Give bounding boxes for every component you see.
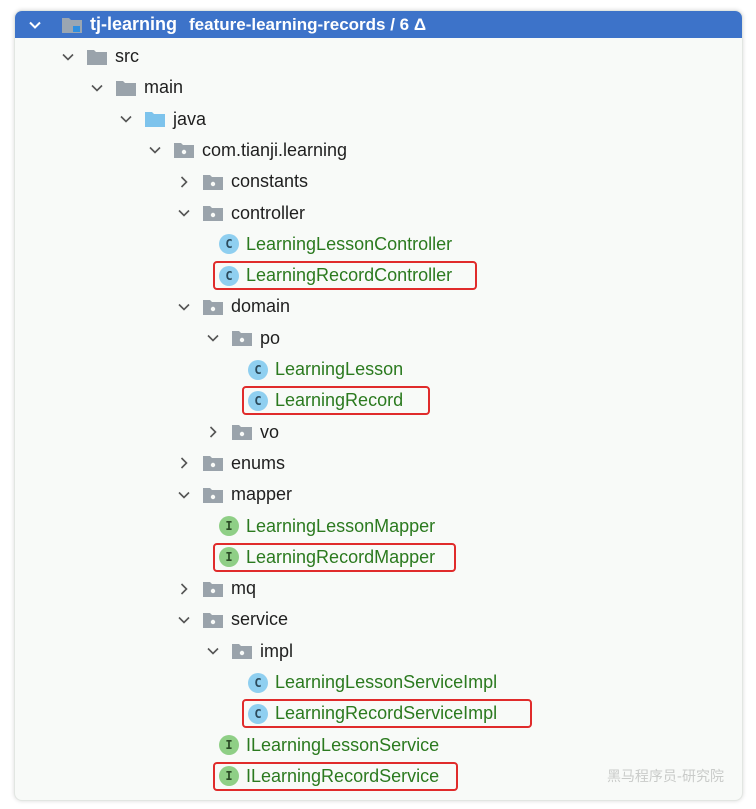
chevron-right-icon[interactable] <box>205 424 221 440</box>
node-label: LearningLesson <box>275 359 404 379</box>
interface-icon: I <box>219 516 239 536</box>
class-icon: C <box>219 234 239 255</box>
node-java[interactable]: java <box>15 104 742 135</box>
highlight-box <box>242 386 430 416</box>
node-label: main <box>144 77 184 98</box>
branch-name: feature-learning-records / 6 Δ <box>189 14 427 34</box>
package-folder-icon <box>202 204 224 222</box>
node-mq[interactable]: mq <box>15 573 742 604</box>
class-icon: C <box>248 672 268 693</box>
chevron-right-icon[interactable] <box>176 581 192 597</box>
node-src[interactable]: src <box>15 41 742 72</box>
package-folder-icon <box>202 173 224 191</box>
node-domain[interactable]: domain <box>15 291 742 322</box>
node-label: po <box>260 327 281 348</box>
project-header: tj-learning feature-learning-records / 6… <box>15 11 742 38</box>
node-label: domain <box>231 296 291 317</box>
package-folder-icon <box>202 298 224 316</box>
highlight-box <box>242 699 532 729</box>
chevron-down-icon[interactable] <box>176 487 192 503</box>
interface-icon: I <box>219 735 239 756</box>
chevron-down-icon[interactable] <box>176 299 192 315</box>
chevron-down-icon[interactable] <box>118 111 134 127</box>
node-learning-lesson-controller[interactable]: C LearningLessonController <box>15 229 742 260</box>
node-enums[interactable]: enums <box>15 448 742 479</box>
node-learning-lesson-service-impl[interactable]: C LearningLessonServiceImpl <box>15 667 742 698</box>
node-learning-lesson[interactable]: C LearningLesson <box>15 354 742 385</box>
project-tree-panel: tj-learning feature-learning-records / 6… <box>14 10 743 801</box>
node-label: enums <box>231 452 286 473</box>
node-service[interactable]: service <box>15 604 742 635</box>
node-impl[interactable]: impl <box>15 636 742 667</box>
chevron-right-icon[interactable] <box>176 455 192 471</box>
node-label: constants <box>231 171 309 192</box>
highlight-box <box>213 542 456 572</box>
node-label: controller <box>231 202 306 223</box>
node-label: ILearningLessonService <box>246 734 440 755</box>
node-label: vo <box>260 421 280 442</box>
folder-icon <box>86 48 108 66</box>
class-icon: C <box>248 359 268 380</box>
node-label: src <box>115 46 139 66</box>
node-label: LearningLessonServiceImpl <box>275 672 498 692</box>
node-constants[interactable]: constants <box>15 166 742 197</box>
node-label: mq <box>231 578 257 599</box>
source-folder-icon <box>144 110 166 128</box>
node-learning-lesson-mapper[interactable]: I LearningLessonMapper <box>15 511 742 542</box>
package-folder-icon <box>202 611 224 629</box>
package-folder-icon <box>173 141 195 159</box>
node-main[interactable]: main <box>15 72 742 103</box>
package-folder-icon <box>231 642 253 660</box>
node-label: com.tianji.learning <box>202 139 348 160</box>
node-vo[interactable]: vo <box>15 417 742 448</box>
watermark: 黑马程序员-研究院 <box>606 769 724 785</box>
chevron-down-icon[interactable] <box>176 205 192 221</box>
node-po[interactable]: po <box>15 323 742 354</box>
highlight-box <box>213 261 477 291</box>
node-mapper[interactable]: mapper <box>15 479 742 510</box>
chevron-down-icon[interactable] <box>205 643 221 659</box>
chevron-down-icon[interactable] <box>89 80 105 96</box>
chevron-down-icon[interactable] <box>176 612 192 628</box>
node-label: mapper <box>231 484 293 505</box>
node-label: LearningLessonController <box>246 233 453 254</box>
node-label: java <box>173 108 207 129</box>
chevron-down-icon[interactable] <box>27 17 43 33</box>
chevron-down-icon[interactable] <box>205 330 221 346</box>
package-folder-icon <box>231 329 253 347</box>
folder-icon <box>115 79 137 97</box>
highlight-box <box>213 761 458 791</box>
project-root-row[interactable]: tj-learning feature-learning-records / 6… <box>15 11 742 38</box>
node-label: service <box>231 609 289 630</box>
node-controller[interactable]: controller <box>15 198 742 229</box>
node-label: LearningLessonMapper <box>246 515 436 536</box>
package-folder-icon <box>202 580 224 598</box>
node-i-learning-lesson-service[interactable]: I ILearningLessonService <box>15 730 742 761</box>
package-folder-icon <box>202 486 224 504</box>
project-name: tj-learning <box>90 14 178 34</box>
chevron-down-icon[interactable] <box>147 142 163 158</box>
node-package[interactable]: com.tianji.learning <box>15 135 742 166</box>
package-folder-icon <box>231 423 253 441</box>
chevron-right-icon[interactable] <box>176 174 192 190</box>
node-label: impl <box>260 640 294 661</box>
chevron-down-icon[interactable] <box>60 49 76 65</box>
package-folder-icon <box>202 454 224 472</box>
module-folder-icon <box>61 16 83 34</box>
